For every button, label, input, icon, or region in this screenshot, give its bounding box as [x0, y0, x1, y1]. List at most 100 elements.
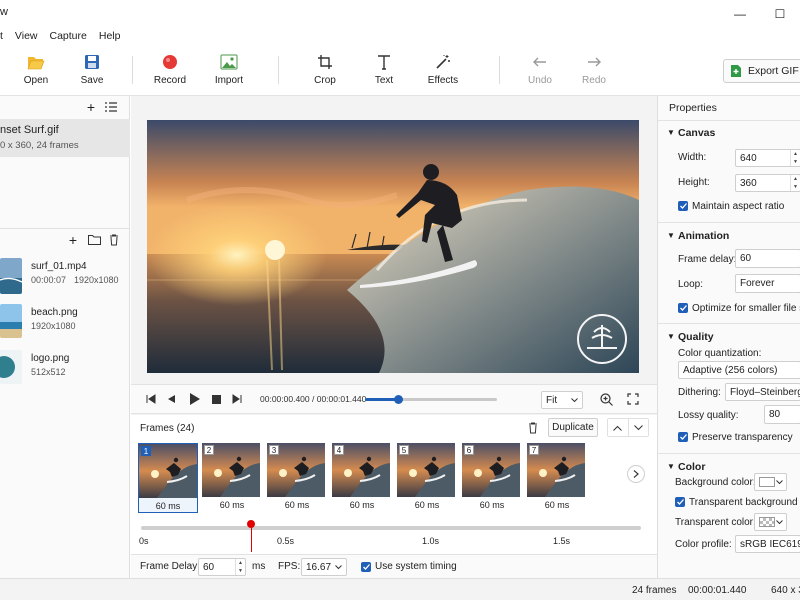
canvas-section-header: Canvas — [678, 127, 716, 139]
frames-header: Frames (24) — [140, 423, 195, 434]
menu-help[interactable]: Help — [93, 28, 127, 46]
aspect-ratio-label: Maintain aspect ratio — [692, 201, 785, 212]
fps-select[interactable]: 16.67 — [301, 558, 347, 576]
export-gif-button[interactable]: Export GIF — [723, 59, 800, 83]
scroll-frames-right-icon[interactable] — [627, 465, 645, 483]
animation-section-header: Animation — [678, 230, 730, 242]
frame-thumbnail[interactable]: 3 60 ms — [267, 443, 327, 513]
redo-arrow-icon — [583, 52, 605, 72]
redo-button[interactable]: Redo — [566, 52, 622, 92]
undo-label: Undo — [528, 75, 552, 86]
collapse-icon[interactable]: ▼ — [667, 332, 675, 341]
delete-frame-icon[interactable] — [527, 421, 539, 435]
preserve-transparency-checkbox[interactable] — [678, 432, 688, 442]
step-back-icon[interactable] — [165, 393, 177, 405]
aspect-ratio-checkbox[interactable] — [678, 201, 688, 211]
folder-icon[interactable] — [87, 233, 101, 247]
media-item[interactable]: beach.png 1920x1080 — [0, 302, 130, 342]
system-timing-checkbox[interactable] — [361, 562, 371, 572]
surfer-sunset-image — [147, 120, 639, 373]
minimize-button[interactable]: — — [720, 0, 760, 28]
play-icon[interactable] — [187, 392, 201, 406]
media-name: logo.png — [31, 353, 70, 364]
text-button[interactable]: Text — [356, 52, 412, 92]
timeline-tick: 0s — [139, 536, 149, 546]
frame-image: 2 — [202, 443, 260, 497]
transparent-color-picker[interactable] — [754, 513, 787, 531]
frame-thumbnail[interactable]: 6 60 ms — [462, 443, 522, 513]
frame-duration: 60 ms — [479, 500, 505, 510]
background-color-picker[interactable] — [754, 473, 787, 491]
seek-bar[interactable] — [365, 395, 497, 404]
seek-handle[interactable] — [394, 395, 403, 404]
fullscreen-icon[interactable] — [626, 392, 640, 406]
canvas-preview[interactable] — [147, 120, 639, 373]
move-down-icon[interactable] — [627, 419, 648, 436]
fps-label: FPS: — [278, 561, 301, 572]
height-input[interactable]: 360 ▲ ▼ — [735, 174, 800, 192]
menu-capture[interactable]: Capture — [44, 28, 93, 46]
collapse-icon[interactable]: ▼ — [667, 128, 675, 137]
color-profile-select[interactable]: sRGB IEC61966- — [735, 535, 800, 553]
width-input[interactable]: 640 ▲ ▼ — [735, 149, 800, 167]
frame-duration: 60 ms — [349, 500, 375, 510]
optimize-checkbox[interactable] — [678, 303, 688, 313]
crop-label: Crop — [314, 75, 336, 86]
frame-delay-label: Frame Delay: — [140, 561, 201, 572]
import-button[interactable]: Import — [201, 52, 257, 92]
timeline[interactable]: 0s 0.5s 1.0s 1.5s — [131, 514, 657, 554]
delete-media-icon[interactable] — [107, 233, 121, 247]
quantization-select[interactable]: Adaptive (256 colors) — [678, 361, 800, 379]
frame-thumbnail[interactable]: 4 60 ms — [332, 443, 392, 513]
collapse-icon[interactable]: ▼ — [667, 231, 675, 240]
media-item[interactable]: surf_01.mp4 00:00:07 1920x1080 — [0, 256, 130, 296]
crop-button[interactable]: Crop — [297, 52, 353, 92]
frame-thumbnail[interactable]: 2 60 ms — [202, 443, 262, 513]
frame-delay-input[interactable]: 60 ▲ ▼ — [198, 558, 246, 576]
undo-button[interactable]: Undo — [512, 52, 568, 92]
stepper-icon[interactable]: ▲ ▼ — [790, 175, 800, 191]
record-button[interactable]: Record — [142, 52, 198, 92]
open-button[interactable]: Open — [8, 52, 64, 92]
frame-delay-prop-input[interactable]: 60 — [735, 249, 800, 268]
stepper-icon[interactable]: ▲ ▼ — [790, 150, 800, 166]
project-meta: 0 x 360, 24 frames — [0, 140, 79, 151]
logo-image-thumbnail — [0, 350, 22, 384]
frame-duration: 60 ms — [155, 501, 181, 511]
transparent-background-checkbox[interactable] — [675, 497, 685, 507]
project-item[interactable]: nset Surf.gif 0 x 360, 24 frames — [0, 119, 130, 157]
menu-edit[interactable]: t — [0, 28, 9, 46]
zoom-in-icon[interactable] — [599, 392, 613, 406]
dithering-select[interactable]: Floyd–Steinberg — [725, 383, 800, 401]
save-button[interactable]: Save — [64, 52, 120, 92]
loop-select[interactable]: Forever — [735, 274, 800, 293]
frame-number: 5 — [399, 445, 409, 455]
frame-image: 4 — [332, 443, 390, 497]
effects-button[interactable]: Effects — [415, 52, 471, 92]
stop-icon[interactable] — [210, 393, 222, 405]
frame-thumbnail[interactable]: 7 60 ms — [527, 443, 587, 513]
skip-start-icon[interactable] — [145, 393, 157, 405]
frame-image: 3 — [267, 443, 325, 497]
frame-order-controls — [607, 418, 649, 437]
frame-thumbnail[interactable]: 1 60 ms — [138, 443, 198, 513]
transparent-color-label: Transparent color: — [675, 517, 756, 528]
add-project-icon[interactable]: + — [84, 99, 98, 115]
add-media-icon[interactable]: + — [66, 232, 80, 248]
text-icon — [373, 52, 395, 72]
skip-end-icon[interactable] — [231, 393, 243, 405]
maximize-button[interactable]: ☐ — [760, 0, 800, 28]
timeline-playhead[interactable] — [247, 520, 255, 552]
lossy-quality-value: 80 — [769, 409, 781, 420]
menu-view[interactable]: View — [9, 28, 44, 46]
stepper-icon[interactable]: ▲ ▼ — [235, 559, 245, 575]
list-view-icon[interactable] — [104, 100, 118, 114]
media-item[interactable]: logo.png 512x512 — [0, 348, 130, 388]
zoom-select[interactable]: Fit — [541, 391, 583, 409]
media-name: beach.png — [31, 307, 78, 318]
move-up-icon[interactable] — [608, 419, 628, 436]
duplicate-button[interactable]: Duplicate — [548, 418, 598, 437]
collapse-icon[interactable]: ▼ — [667, 462, 675, 471]
frame-thumbnail[interactable]: 5 60 ms — [397, 443, 457, 513]
lossy-quality-input[interactable]: 80 — [764, 405, 800, 424]
